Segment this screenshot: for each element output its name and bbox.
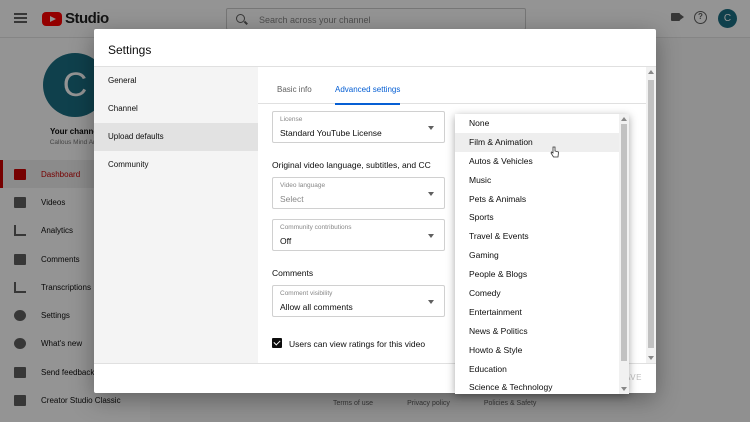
license-value: Standard YouTube License [280,128,382,138]
dropdown-option[interactable]: None [455,114,619,133]
community-contributions-label: Community contributions [280,224,352,231]
settings-nav-community[interactable]: Community [94,151,258,179]
scroll-down-icon[interactable] [621,387,627,391]
dialog-scrollbar[interactable] [646,67,656,363]
ratings-checkbox[interactable] [272,338,282,348]
comment-visibility-value: Allow all comments [280,302,353,312]
dropdown-option[interactable]: Comedy [455,284,619,303]
ratings-checkbox-label[interactable]: Users can view ratings for this video [289,339,425,349]
chevron-down-icon [428,192,434,196]
dialog-title: Settings [108,43,152,57]
dropdown-option[interactable]: Music [455,171,619,190]
dropdown-option[interactable]: Entertainment [455,303,619,322]
scroll-up-icon[interactable] [648,70,654,74]
community-contributions-select[interactable]: Community contributions Off [272,219,445,251]
dropdown-option[interactable]: Science & Technology [455,378,619,394]
dropdown-option[interactable]: Autos & Vehicles [455,152,619,171]
scroll-down-icon[interactable] [648,356,654,360]
dropdown-option[interactable]: Travel & Events [455,227,619,246]
tab-basic-info[interactable]: Basic info [277,67,312,104]
license-label: License [280,116,303,123]
tab-bar: Basic info Advanced settings [258,67,656,105]
chevron-down-icon [428,234,434,238]
settings-nav-general[interactable]: General [94,67,258,95]
hand-cursor-icon [550,146,559,158]
tab-advanced-settings[interactable]: Advanced settings [335,67,401,105]
dropdown-scrollbar[interactable] [619,114,629,394]
dropdown-option[interactable]: Film & Animation [455,132,619,152]
section-comments-heading: Comments [272,268,314,278]
chevron-down-icon [428,126,434,130]
dropdown-option[interactable]: People & Blogs [455,265,619,284]
scrollbar-thumb[interactable] [621,124,627,361]
dropdown-option[interactable]: Pets & Animals [455,190,619,209]
dropdown-option[interactable]: Education [455,360,619,379]
section-language-heading: Original video language, subtitles, and … [272,160,431,170]
dropdown-option[interactable]: Howto & Style [455,341,619,360]
license-select[interactable]: License Standard YouTube License [272,111,445,143]
scroll-up-icon[interactable] [621,117,627,121]
dropdown-option[interactable]: News & Politics [455,322,619,341]
settings-nav-upload-defaults[interactable]: Upload defaults [94,123,258,151]
video-language-value: Select [280,194,304,204]
settings-nav: General Channel Upload defaults Communit… [94,67,258,363]
scrollbar-thumb[interactable] [648,80,654,348]
dropdown-option[interactable]: Sports [455,208,619,227]
comment-visibility-label: Comment visibility [280,290,333,297]
chevron-down-icon [428,300,434,304]
category-dropdown: None Film & Animation Autos & Vehicles M… [455,114,629,394]
comment-visibility-select[interactable]: Comment visibility Allow all comments [272,285,445,317]
settings-nav-channel[interactable]: Channel [94,95,258,123]
dropdown-option[interactable]: Gaming [455,246,619,265]
video-language-label: Video language [280,182,326,189]
video-language-select[interactable]: Video language Select [272,177,445,209]
community-contributions-value: Off [280,236,292,246]
